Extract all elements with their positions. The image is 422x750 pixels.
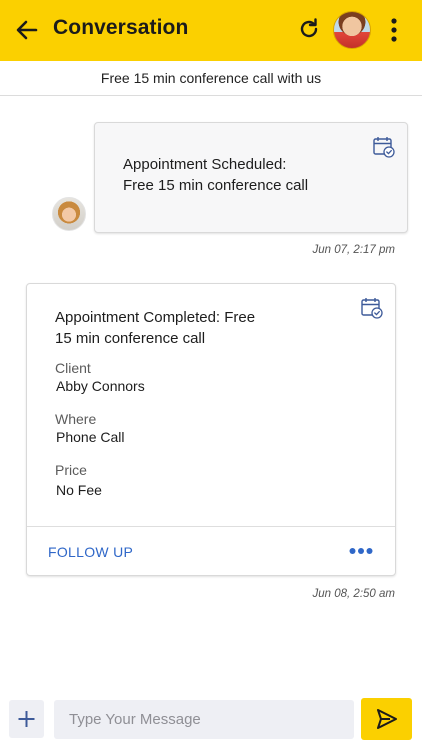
message-input[interactable] (54, 700, 354, 739)
message-timestamp: Jun 07, 2:17 pm (312, 244, 395, 256)
appointment-completed-card: Appointment Completed: Free 15 min confe… (26, 283, 396, 576)
heading-line-2: 15 min conference call (55, 330, 206, 347)
send-button[interactable] (361, 698, 412, 740)
where-label: Where (55, 411, 97, 427)
calendar-check-icon (361, 298, 383, 319)
client-label: Client (55, 360, 91, 376)
send-icon (377, 709, 397, 729)
heading-line-1: Appointment Scheduled: (123, 156, 287, 173)
price-value: No Fee (56, 482, 102, 498)
plus-icon (18, 711, 35, 727)
arrow-left-icon[interactable] (14, 17, 40, 43)
app-header: Conversation (0, 0, 422, 61)
client-value: Abby Connors (56, 378, 145, 394)
refresh-icon[interactable] (297, 17, 321, 41)
appointment-scheduled-card[interactable]: Appointment Scheduled: Free 15 min confe… (94, 122, 408, 233)
heading-line-2: Free 15 min conference call (123, 177, 309, 194)
card-divider (27, 526, 395, 527)
page-title: Conversation (53, 16, 189, 39)
where-value: Phone Call (56, 429, 125, 445)
user-avatar[interactable] (333, 11, 371, 49)
message-composer (0, 690, 422, 750)
follow-up-button[interactable]: FOLLOW UP (48, 544, 133, 560)
heading-line-1: Appointment Completed: Free (55, 309, 256, 326)
sender-avatar (52, 197, 86, 231)
card-heading: Appointment Scheduled: Free 15 min confe… (123, 154, 373, 196)
price-label: Price (55, 462, 87, 478)
card-heading: Appointment Completed: Free 15 min confe… (55, 307, 285, 349)
kebab-menu-icon[interactable] (384, 17, 404, 43)
more-dots-icon[interactable] (349, 547, 373, 555)
conversation-subject: Free 15 min conference call with us (0, 61, 422, 96)
calendar-check-icon (373, 137, 395, 158)
add-attachment-button[interactable] (9, 700, 44, 738)
message-timestamp: Jun 08, 2:50 am (312, 588, 395, 600)
